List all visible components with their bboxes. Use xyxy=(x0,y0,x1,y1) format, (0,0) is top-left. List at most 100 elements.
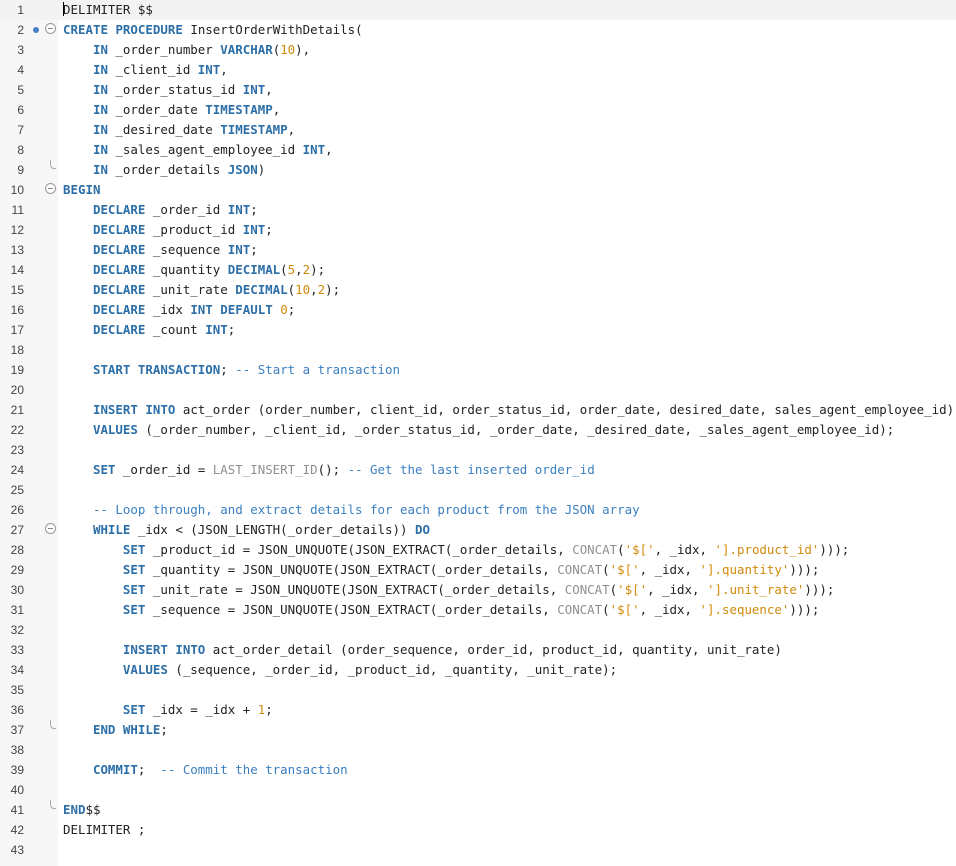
code-line-2[interactable]: 2 CREATE PROCEDURE InsertOrderWithDetails… xyxy=(0,20,956,40)
code-line-9[interactable]: 9 IN _order_details JSON) xyxy=(0,160,956,180)
line-number[interactable]: 11 xyxy=(0,201,24,219)
code-line-8[interactable]: 8 IN _sales_agent_employee_id INT, xyxy=(0,140,956,160)
code-text[interactable]: SET _idx = _idx + 1; xyxy=(63,700,273,720)
code-text[interactable]: VALUES (_sequence, _order_id, _product_i… xyxy=(63,660,617,680)
line-number[interactable]: 32 xyxy=(0,621,24,639)
code-line-19[interactable]: 19 START TRANSACTION; -- Start a transac… xyxy=(0,360,956,380)
line-number[interactable]: 12 xyxy=(0,221,24,239)
line-number[interactable]: 1 xyxy=(0,1,24,19)
code-line-4[interactable]: 4 IN _client_id INT, xyxy=(0,60,956,80)
line-number[interactable]: 43 xyxy=(0,841,24,859)
line-number[interactable]: 25 xyxy=(0,481,24,499)
line-number[interactable]: 37 xyxy=(0,721,24,739)
code-line-15[interactable]: 15 DECLARE _unit_rate DECIMAL(10,2); xyxy=(0,280,956,300)
code-line-7[interactable]: 7 IN _desired_date TIMESTAMP, xyxy=(0,120,956,140)
line-number[interactable]: 13 xyxy=(0,241,24,259)
line-number[interactable]: 3 xyxy=(0,41,24,59)
breakpoint-dot-icon[interactable] xyxy=(33,27,39,33)
line-number[interactable]: 33 xyxy=(0,641,24,659)
code-line-1[interactable]: 1 DELIMITER $$ xyxy=(0,0,956,20)
line-number[interactable]: 4 xyxy=(0,61,24,79)
code-line-22[interactable]: 22 VALUES (_order_number, _client_id, _o… xyxy=(0,420,956,440)
code-text[interactable]: SET _product_id = JSON_UNQUOTE(JSON_EXTR… xyxy=(63,540,849,560)
line-number[interactable]: 15 xyxy=(0,281,24,299)
line-number[interactable]: 42 xyxy=(0,821,24,839)
line-number[interactable]: 2 xyxy=(0,21,24,39)
line-number[interactable]: 9 xyxy=(0,161,24,179)
code-text[interactable]: END$$ xyxy=(63,800,100,820)
line-number[interactable]: 10 xyxy=(0,181,24,199)
code-line-42[interactable]: 42 DELIMITER ; xyxy=(0,820,956,840)
code-text[interactable]: DELIMITER $$ xyxy=(63,0,153,20)
code-text[interactable]: SET _sequence = JSON_UNQUOTE(JSON_EXTRAC… xyxy=(63,600,819,620)
line-number[interactable]: 41 xyxy=(0,801,24,819)
code-text[interactable]: VALUES (_order_number, _client_id, _orde… xyxy=(63,420,894,440)
line-number[interactable]: 20 xyxy=(0,381,24,399)
line-number[interactable]: 26 xyxy=(0,501,24,519)
line-number[interactable]: 36 xyxy=(0,701,24,719)
line-number[interactable]: 6 xyxy=(0,101,24,119)
code-text[interactable]: DECLARE _quantity DECIMAL(5,2); xyxy=(63,260,325,280)
code-line-24[interactable]: 24 SET _order_id = LAST_INSERT_ID(); -- … xyxy=(0,460,956,480)
code-line-20[interactable]: 20 xyxy=(0,380,956,400)
line-number[interactable]: 31 xyxy=(0,601,24,619)
code-editor[interactable]: 1 DELIMITER $$ 2 CREATE PROCEDURE InsertOrd… xyxy=(0,0,956,866)
code-text[interactable]: -- Loop through, and extract details for… xyxy=(63,500,640,520)
code-text[interactable]: DECLARE _order_id INT; xyxy=(63,200,258,220)
code-text[interactable]: IN _order_date TIMESTAMP, xyxy=(63,100,280,120)
code-text[interactable]: IN _desired_date TIMESTAMP, xyxy=(63,120,295,140)
line-number[interactable]: 8 xyxy=(0,141,24,159)
code-line-43[interactable]: 43 xyxy=(0,840,956,860)
code-line-36[interactable]: 36 SET _idx = _idx + 1; xyxy=(0,700,956,720)
code-text[interactable]: DECLARE _unit_rate DECIMAL(10,2); xyxy=(63,280,340,300)
code-line-38[interactable]: 38 xyxy=(0,740,956,760)
code-text[interactable]: CREATE PROCEDURE InsertOrderWithDetails( xyxy=(63,20,363,40)
code-text[interactable]: DELIMITER ; xyxy=(63,820,145,840)
line-number[interactable]: 7 xyxy=(0,121,24,139)
code-line-28[interactable]: 28 SET _product_id = JSON_UNQUOTE(JSON_E… xyxy=(0,540,956,560)
code-line-31[interactable]: 31 SET _sequence = JSON_UNQUOTE(JSON_EXT… xyxy=(0,600,956,620)
line-number[interactable]: 28 xyxy=(0,541,24,559)
code-text[interactable]: END WHILE; xyxy=(63,720,168,740)
fold-collapse-icon[interactable] xyxy=(45,23,56,34)
line-number[interactable]: 22 xyxy=(0,421,24,439)
code-text[interactable]: BEGIN xyxy=(63,180,100,200)
code-line-32[interactable]: 32 xyxy=(0,620,956,640)
code-text[interactable]: SET _unit_rate = JSON_UNQUOTE(JSON_EXTRA… xyxy=(63,580,834,600)
line-number[interactable]: 14 xyxy=(0,261,24,279)
code-line-26[interactable]: 26 -- Loop through, and extract details … xyxy=(0,500,956,520)
code-line-11[interactable]: 11 DECLARE _order_id INT; xyxy=(0,200,956,220)
code-text[interactable]: SET _order_id = LAST_INSERT_ID(); -- Get… xyxy=(63,460,595,480)
line-number[interactable]: 18 xyxy=(0,341,24,359)
code-line-14[interactable]: 14 DECLARE _quantity DECIMAL(5,2); xyxy=(0,260,956,280)
code-text[interactable]: DECLARE _idx INT DEFAULT 0; xyxy=(63,300,295,320)
code-line-18[interactable]: 18 xyxy=(0,340,956,360)
line-number[interactable]: 16 xyxy=(0,301,24,319)
code-text[interactable]: DECLARE _count INT; xyxy=(63,320,235,340)
code-text[interactable]: WHILE _idx < (JSON_LENGTH(_order_details… xyxy=(63,520,430,540)
code-line-41[interactable]: 41 END$$ xyxy=(0,800,956,820)
code-line-29[interactable]: 29 SET _quantity = JSON_UNQUOTE(JSON_EXT… xyxy=(0,560,956,580)
code-line-33[interactable]: 33 INSERT INTO act_order_detail (order_s… xyxy=(0,640,956,660)
code-line-40[interactable]: 40 xyxy=(0,780,956,800)
line-number[interactable]: 38 xyxy=(0,741,24,759)
line-number[interactable]: 24 xyxy=(0,461,24,479)
code-line-35[interactable]: 35 xyxy=(0,680,956,700)
code-line-37[interactable]: 37 END WHILE; xyxy=(0,720,956,740)
fold-collapse-icon[interactable] xyxy=(45,523,56,534)
code-line-13[interactable]: 13 DECLARE _sequence INT; xyxy=(0,240,956,260)
code-text[interactable]: IN _order_status_id INT, xyxy=(63,80,273,100)
code-text[interactable]: DECLARE _sequence INT; xyxy=(63,240,258,260)
line-number[interactable]: 5 xyxy=(0,81,24,99)
code-text[interactable]: DECLARE _product_id INT; xyxy=(63,220,273,240)
code-line-6[interactable]: 6 IN _order_date TIMESTAMP, xyxy=(0,100,956,120)
fold-collapse-icon[interactable] xyxy=(45,183,56,194)
line-number[interactable]: 34 xyxy=(0,661,24,679)
code-line-34[interactable]: 34 VALUES (_sequence, _order_id, _produc… xyxy=(0,660,956,680)
line-number[interactable]: 27 xyxy=(0,521,24,539)
line-number[interactable]: 17 xyxy=(0,321,24,339)
code-text[interactable]: IN _client_id INT, xyxy=(63,60,228,80)
code-line-39[interactable]: 39 COMMIT; -- Commit the transaction xyxy=(0,760,956,780)
line-number[interactable]: 19 xyxy=(0,361,24,379)
line-number[interactable]: 40 xyxy=(0,781,24,799)
